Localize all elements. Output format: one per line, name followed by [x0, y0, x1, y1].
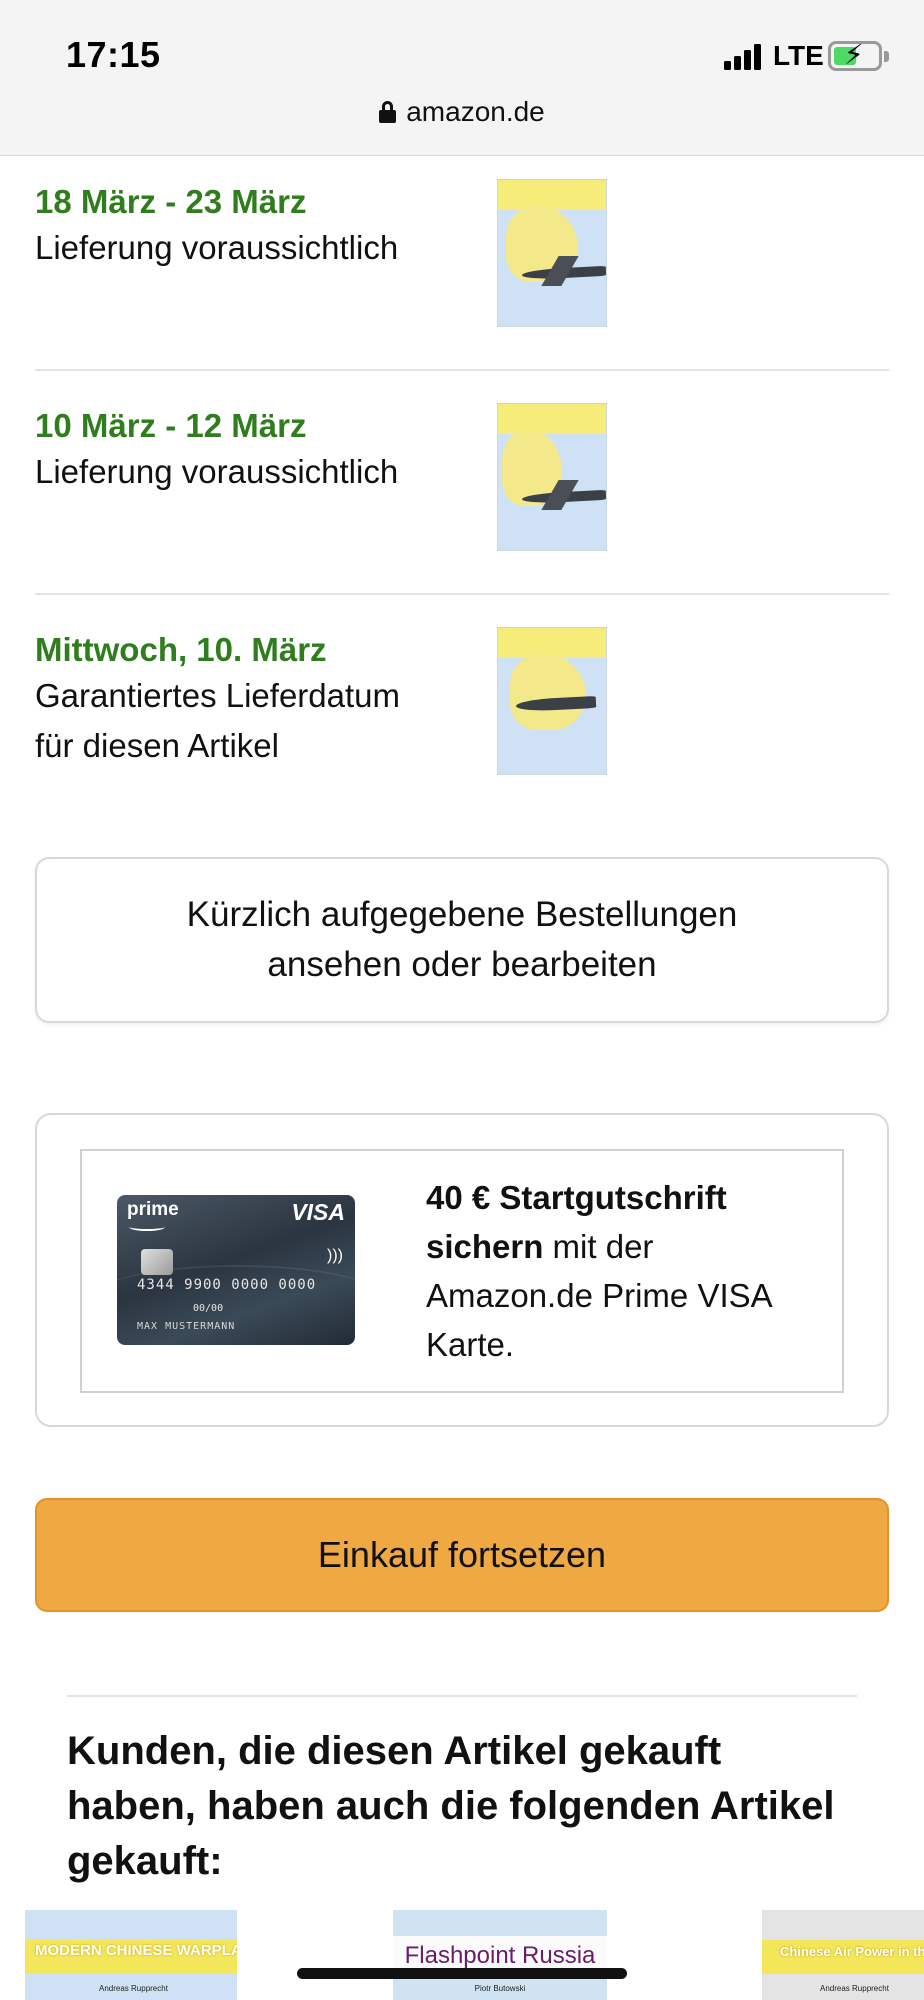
- signal-strength-icon: [724, 44, 764, 70]
- divider: [35, 593, 889, 595]
- lock-icon: [379, 101, 397, 123]
- credit-card-image: prime VISA ))) 4344 9900 0000 0000 00/00…: [117, 1195, 355, 1345]
- card-brand: prime: [127, 1199, 179, 1220]
- url-text: amazon.de: [406, 96, 545, 127]
- prime-visa-promo[interactable]: prime VISA ))) 4344 9900 0000 0000 00/00…: [35, 1113, 889, 1427]
- recommended-product[interactable]: MODERN CHINESE WARPLANES Andreas Rupprec…: [25, 1910, 237, 2000]
- cover-title: Flashpoint Russia: [404, 1942, 596, 1969]
- card-network: VISA: [291, 1199, 345, 1225]
- delivery-item: 18 März - 23 März Lieferung voraussichtl…: [35, 179, 889, 327]
- cover-author: Piotr Butowski: [474, 1984, 526, 1993]
- recommendations-title: Kunden, die diesen Artikel gekauft haben…: [67, 1729, 835, 1883]
- promo-banner[interactable]: prime VISA ))) 4344 9900 0000 0000 00/00…: [80, 1149, 844, 1393]
- cover-title: MODERN CHINESE WARPLANES: [35, 1942, 237, 1959]
- delivery-item: Mittwoch, 10. März Garantiertes Lieferda…: [35, 627, 889, 775]
- delivery-text: Garantiertes Lieferdatum für diesen Arti…: [35, 677, 401, 764]
- continue-shopping-button[interactable]: Einkauf fortsetzen: [35, 1498, 889, 1612]
- cover-author: Andreas Rupprecht: [820, 1984, 889, 1993]
- delivery-text: Lieferung voraussichtlich: [35, 453, 399, 490]
- card-holder: MAX MUSTERMANN: [137, 1321, 236, 1332]
- cover-title: Chinese Air Power in the 20th: [780, 1944, 924, 1959]
- address-bar[interactable]: amazon.de: [0, 96, 924, 128]
- delivery-date: Mittwoch, 10. März: [35, 631, 327, 668]
- status-time: 17:15: [66, 34, 161, 75]
- product-thumbnail[interactable]: [497, 179, 607, 327]
- battery-nub: [884, 51, 889, 62]
- view-orders-button[interactable]: Kürzlich aufgegebene Bestellungen ansehe…: [35, 857, 889, 1023]
- home-indicator[interactable]: [297, 1968, 627, 1979]
- delivery-date: 10 März - 12 März: [35, 407, 307, 444]
- product-thumbnail[interactable]: [497, 627, 607, 775]
- cover-author: Andreas Rupprecht: [99, 1984, 168, 1993]
- amazon-smile-icon: [129, 1223, 165, 1231]
- delivery-date: 18 März - 23 März: [35, 183, 307, 220]
- delivery-item: 10 März - 12 März Lieferung voraussichtl…: [35, 403, 889, 551]
- contactless-icon: ))): [327, 1247, 343, 1264]
- delivery-text: Lieferung voraussichtlich: [35, 229, 399, 266]
- recommended-product[interactable]: Chinese Air Power in the 20th Andreas Ru…: [762, 1910, 924, 2000]
- promo-text: 40 € Startgutschrift sichern mit der Ama…: [426, 1173, 826, 1369]
- card-expiry: 00/00: [193, 1303, 224, 1314]
- browser-top-bar: 17:15 LTE ⚡ amazon.de: [0, 0, 924, 156]
- card-number: 4344 9900 0000 0000: [137, 1277, 317, 1293]
- product-thumbnail[interactable]: [497, 403, 607, 551]
- battery-charging-icon: ⚡: [828, 39, 882, 71]
- divider: [67, 1695, 857, 1697]
- card-chip-icon: [141, 1249, 173, 1275]
- recommended-product[interactable]: Flashpoint Russia Piotr Butowski: [393, 1910, 607, 2000]
- divider: [35, 369, 889, 371]
- network-type: LTE: [773, 40, 824, 71]
